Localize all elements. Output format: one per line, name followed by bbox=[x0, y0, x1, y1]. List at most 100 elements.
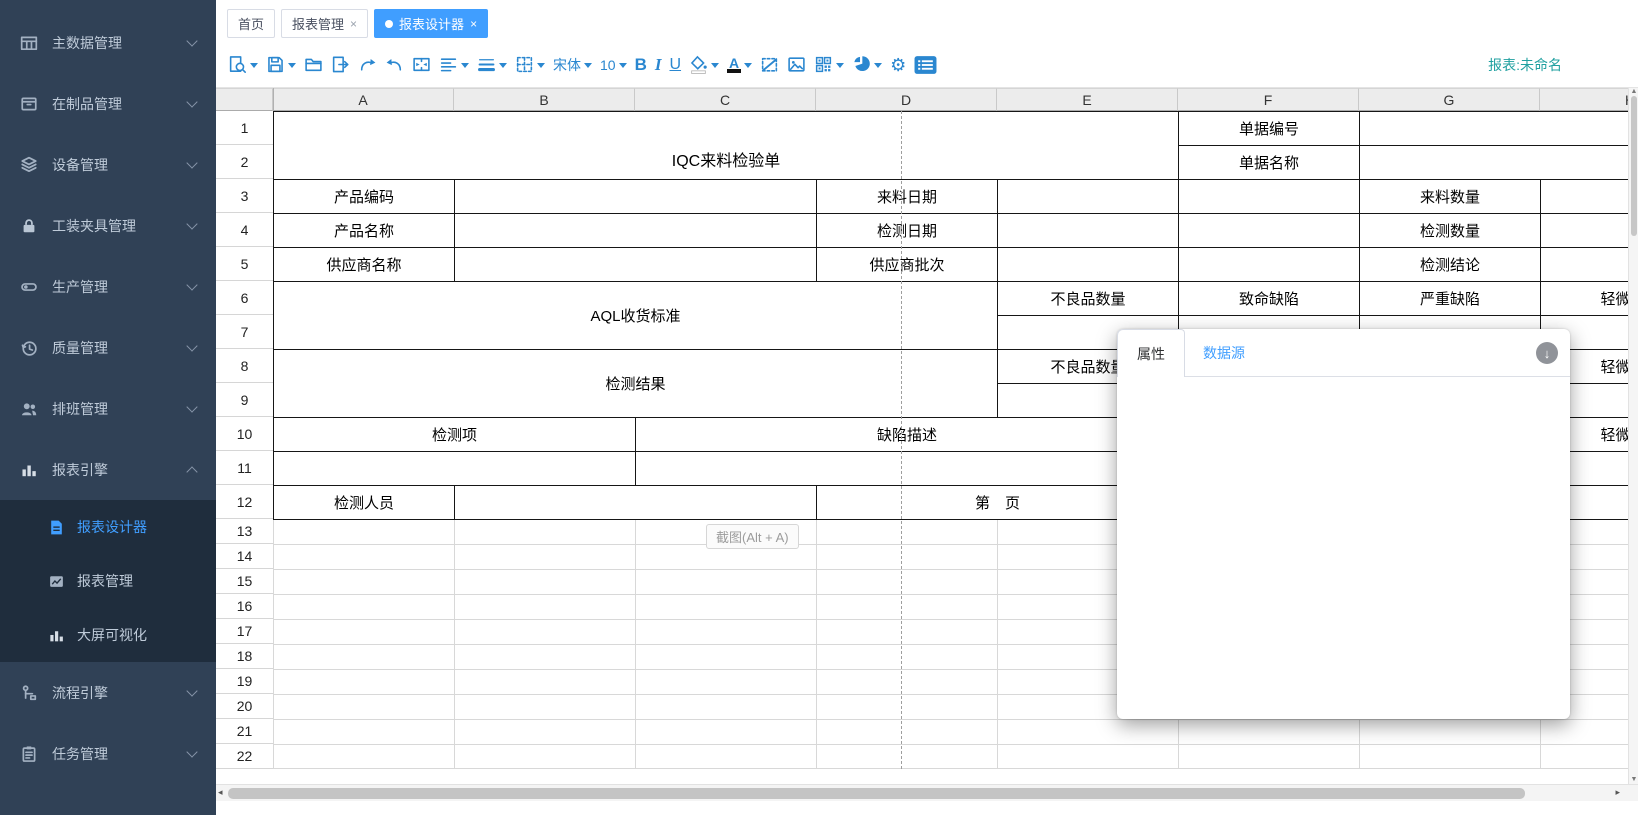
tab-report-management[interactable]: 报表管理 × bbox=[281, 9, 368, 38]
cell-supplier-batch-label[interactable]: 供应商批次 bbox=[816, 247, 998, 282]
cell-supplier-batch-value[interactable] bbox=[997, 247, 1179, 282]
merge-cells-button[interactable] bbox=[412, 55, 431, 74]
row-header-2[interactable]: 2 bbox=[216, 145, 273, 179]
sidebar-item-task-management[interactable]: 任务管理 bbox=[0, 723, 216, 784]
column-header-g[interactable]: G bbox=[1359, 88, 1540, 111]
column-header-a[interactable]: A bbox=[273, 88, 454, 111]
row-header-8[interactable]: 8 bbox=[216, 349, 273, 383]
row-header-18[interactable]: 18 bbox=[216, 644, 273, 669]
cell-defect-desc-label[interactable]: 缺陷描述 bbox=[635, 417, 1179, 452]
fill-color-button[interactable] bbox=[689, 55, 719, 74]
row-header-19[interactable]: 19 bbox=[216, 669, 273, 694]
cell-test-conclusion-label[interactable]: 检测结论 bbox=[1359, 247, 1541, 282]
row-header-6[interactable]: 6 bbox=[216, 281, 273, 315]
close-icon[interactable]: × bbox=[350, 18, 357, 30]
vertical-scrollbar-thumb[interactable] bbox=[1631, 96, 1637, 236]
line-style-button[interactable] bbox=[477, 55, 507, 74]
cell-product-code-label[interactable]: 产品编码 bbox=[273, 179, 455, 214]
redo-button[interactable] bbox=[358, 55, 377, 74]
row-header-11[interactable]: 11 bbox=[216, 451, 273, 485]
cell-doc-name-value[interactable] bbox=[1359, 145, 1638, 180]
cell-defect-qty-label[interactable]: 不良品数量 bbox=[997, 281, 1179, 316]
cell-arrival-qty-value[interactable] bbox=[1540, 179, 1638, 214]
chart-button[interactable] bbox=[852, 55, 882, 74]
row-header-17[interactable]: 17 bbox=[216, 619, 273, 644]
cell-supplier-name-label[interactable]: 供应商名称 bbox=[273, 247, 455, 282]
clear-format-button[interactable] bbox=[760, 55, 779, 74]
cell-test-conclusion-value[interactable] bbox=[1540, 247, 1638, 282]
cell-product-code-value[interactable] bbox=[454, 179, 817, 214]
sidebar-item-report-engine[interactable]: 报表引擎 bbox=[0, 439, 216, 500]
collapse-arrow-icon[interactable]: ↓ bbox=[1536, 342, 1558, 364]
row-header-3[interactable]: 3 bbox=[216, 179, 273, 213]
horizontal-scrollbar[interactable]: ◂ ▸ bbox=[216, 784, 1638, 801]
cell-aql-standard[interactable]: AQL收货标准 bbox=[273, 281, 998, 350]
cell-product-name-label[interactable]: 产品名称 bbox=[273, 213, 455, 248]
cell-arrival-date-value[interactable] bbox=[997, 179, 1179, 214]
sidebar-item-quality[interactable]: 质量管理 bbox=[0, 317, 216, 378]
open-button[interactable] bbox=[304, 55, 323, 74]
row-header-12[interactable]: 12 bbox=[216, 485, 273, 519]
vertical-scrollbar[interactable]: ▲ ▼ bbox=[1628, 88, 1638, 784]
scroll-up-icon[interactable]: ▲ bbox=[1630, 88, 1638, 95]
sidebar-item-wip[interactable]: 在制品管理 bbox=[0, 73, 216, 134]
row-header-14[interactable]: 14 bbox=[216, 544, 273, 569]
bold-button[interactable]: B bbox=[635, 55, 647, 75]
row-header-16[interactable]: 16 bbox=[216, 594, 273, 619]
scroll-down-icon[interactable]: ▼ bbox=[1630, 776, 1638, 783]
corner-header[interactable] bbox=[216, 88, 273, 111]
column-header-e[interactable]: E bbox=[997, 88, 1178, 111]
sidebar-item-report-management[interactable]: 报表管理 bbox=[0, 554, 216, 608]
row-header-7[interactable]: 7 bbox=[216, 315, 273, 349]
sidebar-item-process-engine[interactable]: 流程引擎 bbox=[0, 662, 216, 723]
panel-tab-properties[interactable]: 属性 bbox=[1117, 329, 1185, 377]
horizontal-scrollbar-thumb[interactable] bbox=[228, 788, 1525, 799]
settings-button[interactable]: ⚙ bbox=[890, 56, 906, 74]
sidebar-item-equipment[interactable]: 设备管理 bbox=[0, 134, 216, 195]
row-header-10[interactable]: 10 bbox=[216, 417, 273, 451]
scroll-right-icon[interactable]: ▸ bbox=[1615, 787, 1620, 798]
sidebar-item-scheduling[interactable]: 排班管理 bbox=[0, 378, 216, 439]
column-header-f[interactable]: F bbox=[1178, 88, 1359, 111]
qrcode-button[interactable] bbox=[814, 55, 844, 74]
column-header-d[interactable]: D bbox=[816, 88, 997, 111]
sidebar-item-production[interactable]: 生产管理 bbox=[0, 256, 216, 317]
sidebar-item-master-data[interactable]: 主数据管理 bbox=[0, 12, 216, 73]
cell-test-date-label[interactable]: 检测日期 bbox=[816, 213, 998, 248]
sidebar-item-big-screen[interactable]: 大屏可视化 bbox=[0, 608, 216, 662]
tab-report-designer[interactable]: 报表设计器 × bbox=[374, 9, 488, 38]
row-header-20[interactable]: 20 bbox=[216, 694, 273, 719]
cell-test-qty-label[interactable]: 检测数量 bbox=[1359, 213, 1541, 248]
font-family-select[interactable]: 宋体 bbox=[553, 55, 592, 75]
sidebar-item-tooling[interactable]: 工装夹具管理 bbox=[0, 195, 216, 256]
cell-test-result[interactable]: 检测结果 bbox=[273, 349, 998, 418]
row-header-21[interactable]: 21 bbox=[216, 719, 273, 744]
cell-test-date-value[interactable] bbox=[997, 213, 1179, 248]
tab-home[interactable]: 首页 bbox=[227, 9, 275, 38]
borders-button[interactable] bbox=[515, 55, 545, 74]
cell-arrival-qty-label[interactable]: 来料数量 bbox=[1359, 179, 1541, 214]
sidebar-item-report-designer[interactable]: 报表设计器 bbox=[0, 500, 216, 554]
cell-doc-no-value[interactable] bbox=[1359, 111, 1638, 146]
undo-button[interactable] bbox=[385, 55, 404, 74]
row-header-4[interactable]: 4 bbox=[216, 213, 273, 247]
underline-button[interactable]: U bbox=[669, 56, 681, 74]
cell-empty[interactable] bbox=[635, 451, 1179, 486]
preview-button[interactable] bbox=[228, 55, 258, 74]
export-button[interactable] bbox=[331, 55, 350, 74]
cell-minor-defect-label[interactable]: 轻微缺陷 bbox=[1540, 281, 1638, 316]
close-icon[interactable]: × bbox=[470, 18, 477, 30]
row-header-9[interactable]: 9 bbox=[216, 383, 273, 417]
cell-arrival-date-label[interactable]: 来料日期 bbox=[816, 179, 998, 214]
cell-empty[interactable] bbox=[1178, 179, 1360, 214]
italic-button[interactable]: I bbox=[655, 55, 662, 75]
cell-serious-defect-label[interactable]: 严重缺陷 bbox=[1359, 281, 1541, 316]
column-header-c[interactable]: C bbox=[635, 88, 816, 111]
column-header-b[interactable]: B bbox=[454, 88, 635, 111]
cell-inspector-label[interactable]: 检测人员 bbox=[273, 485, 455, 520]
cell-empty[interactable] bbox=[1178, 247, 1360, 282]
font-color-button[interactable]: A bbox=[727, 57, 752, 73]
form-button[interactable] bbox=[914, 55, 937, 75]
row-header-1[interactable]: 1 bbox=[216, 111, 273, 145]
row-header-15[interactable]: 15 bbox=[216, 569, 273, 594]
